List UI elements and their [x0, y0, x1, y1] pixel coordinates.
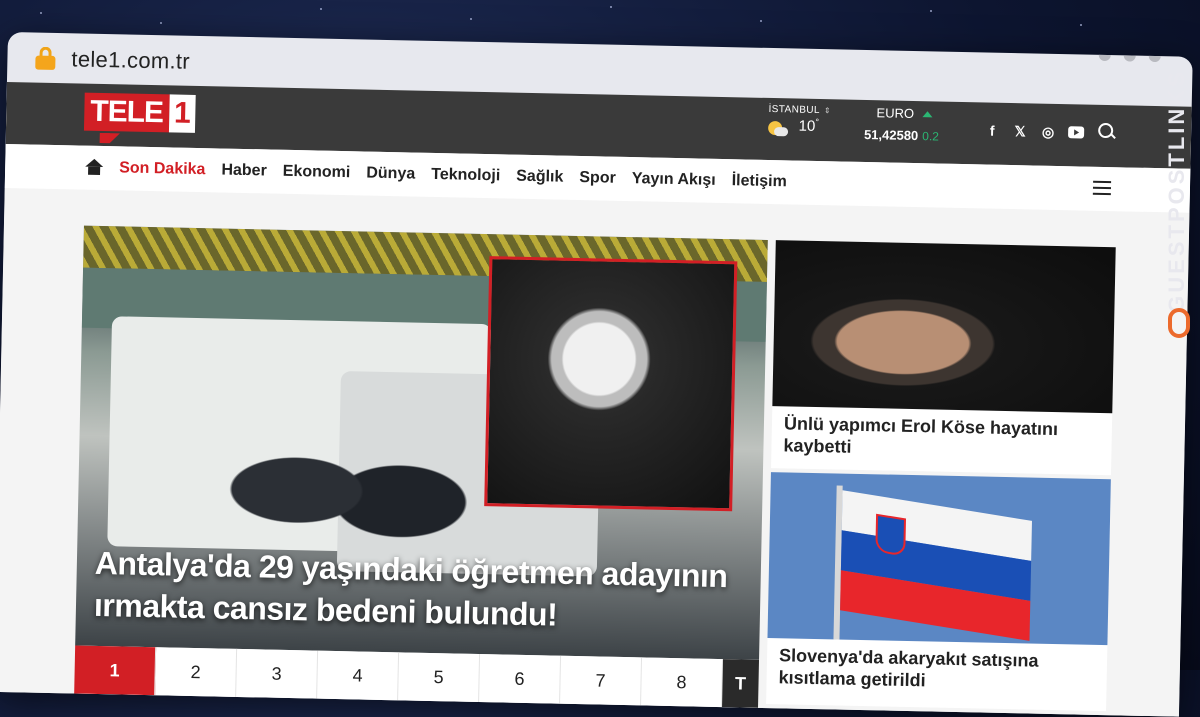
currency-name: EURO [876, 105, 915, 121]
trend-up-icon [921, 110, 933, 118]
pager-item[interactable]: 5 [398, 652, 481, 703]
address-bar-url[interactable]: tele1.com.tr [71, 46, 190, 74]
thumbnail[interactable] [862, 712, 1114, 717]
pager-item[interactable]: 8 [641, 657, 724, 708]
side-story-card[interactable]: Slovenya'da akaryakıt satışına kısıtlama… [766, 472, 1111, 712]
pager-item[interactable]: 3 [236, 648, 319, 699]
side-story-title[interactable]: Ünlü yapımcı Erol Köse hayatını kaybetti [771, 406, 1112, 469]
side-story-card[interactable]: Ünlü yapımcı Erol Köse hayatını kaybetti [771, 240, 1116, 476]
nav-item[interactable]: Yayın Akışı [632, 170, 716, 190]
pager-item[interactable]: 4 [317, 650, 400, 701]
nav-list: Son Dakika Haber Ekonomi Dünya Teknoloji Sağl… [119, 159, 787, 191]
degree-sign: ° [815, 116, 820, 128]
weather-temperature: 10 [798, 117, 816, 135]
logo-word: TELE [83, 92, 170, 133]
nav-item[interactable]: Son Dakika [119, 159, 206, 179]
website-viewport: TELE 1 İSTANBUL ⇕ 10° EURO 51,42580 0.2 f 𝕏… [0, 81, 1192, 717]
site-logo[interactable]: TELE 1 [83, 92, 197, 144]
thumbnail[interactable] [599, 706, 851, 717]
logo-number: 1 [168, 94, 197, 133]
nav-item[interactable]: Teknoloji [431, 166, 500, 185]
slovenia-flag-icon [840, 490, 1032, 641]
pager-item[interactable]: 7 [560, 655, 643, 706]
watermark-text: GUESTPOSTLINKS [1164, 69, 1189, 313]
home-icon[interactable] [85, 158, 104, 175]
nav-item[interactable]: İletişim [731, 172, 787, 191]
lock-icon [35, 46, 56, 70]
nav-item[interactable]: Sağlık [516, 168, 563, 187]
pager-tab-toggle[interactable]: T [722, 659, 760, 708]
side-story-image [767, 472, 1111, 646]
instagram-icon[interactable]: ◎ [1040, 124, 1056, 141]
hero-title[interactable]: Antalya'da 29 yaşındaki öğretmen adayını… [94, 542, 746, 640]
pager-item[interactable]: 6 [479, 654, 562, 704]
sort-arrows-icon[interactable]: ⇕ [824, 106, 831, 115]
link-icon [1168, 308, 1190, 338]
side-story-image [772, 240, 1116, 414]
nav-item[interactable]: Haber [221, 162, 267, 181]
pager-item[interactable]: 1 [74, 645, 157, 696]
youtube-icon[interactable] [1068, 126, 1085, 139]
partly-cloudy-icon [768, 120, 789, 137]
hero-story[interactable]: Antalya'da 29 yaşındaki öğretmen adayını… [75, 225, 768, 660]
hamburger-menu-icon[interactable] [1092, 180, 1112, 199]
browser-window: tele1.com.tr TELE 1 İSTANBUL ⇕ 10° EURO 51 [0, 32, 1193, 717]
nav-item[interactable]: Ekonomi [283, 163, 351, 182]
hero-inset-portrait [484, 256, 738, 512]
nav-item[interactable]: Spor [579, 169, 616, 188]
currency-value: 51,42580 [863, 126, 919, 144]
x-icon[interactable]: 𝕏 [1012, 123, 1028, 140]
nav-item[interactable]: Dünya [366, 165, 415, 184]
pager-item[interactable]: 2 [155, 647, 238, 697]
search-icon[interactable] [1098, 122, 1114, 139]
thumbnail[interactable] [73, 695, 326, 717]
currency-change: 0.2 [922, 129, 940, 144]
currency-widget[interactable]: EURO 51,42580 0.2 [863, 104, 940, 144]
logo-tail-icon [99, 132, 120, 144]
social-links: f 𝕏 ◎ [984, 122, 1085, 141]
facebook-icon[interactable]: f [984, 122, 1000, 139]
weather-widget[interactable]: İSTANBUL ⇕ 10° [768, 104, 831, 137]
guestpostlinks-watermark: GUESTPOSTLINKS [1160, 44, 1200, 364]
